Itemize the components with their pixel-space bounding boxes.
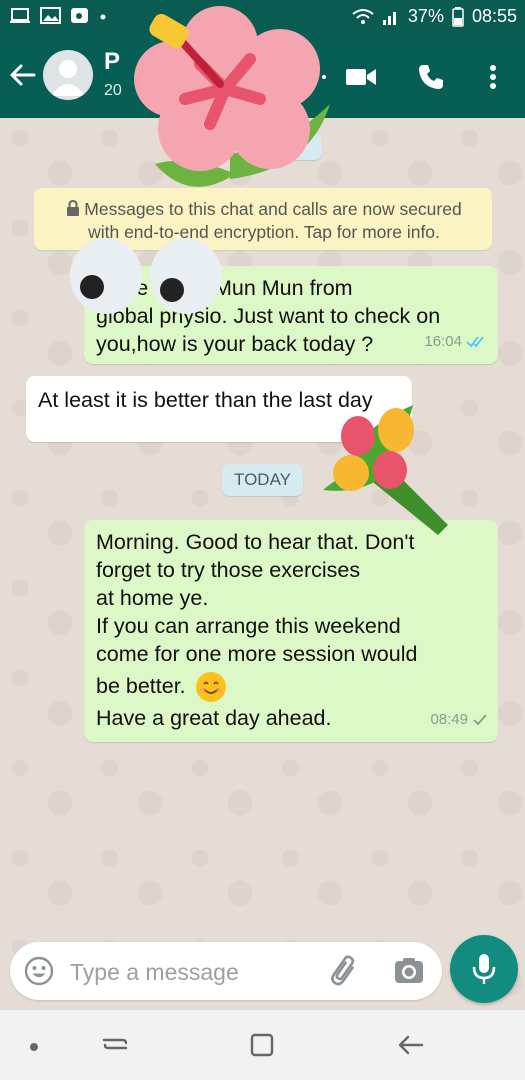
googly-eyes-sticker bbox=[70, 238, 222, 314]
dot-icon bbox=[98, 7, 108, 25]
message-meta: 08:49 bbox=[430, 706, 488, 734]
system-navigation-bar bbox=[0, 1010, 525, 1080]
battery-percentage: 37% bbox=[407, 6, 444, 26]
message-meta: 16:04 bbox=[424, 328, 488, 356]
more-vertical-icon bbox=[490, 65, 496, 89]
voice-message-button[interactable] bbox=[450, 935, 518, 1003]
screen-mirror-icon bbox=[10, 7, 32, 25]
video-call-button[interactable] bbox=[344, 60, 378, 94]
message-time: 08:49 bbox=[430, 711, 468, 728]
battery-icon bbox=[452, 6, 464, 27]
message-time: 16:04 bbox=[424, 333, 462, 350]
sent-tick-icon bbox=[473, 714, 487, 726]
attach-icon bbox=[331, 955, 355, 986]
message-line: forget to try those exercises bbox=[96, 558, 361, 582]
signal-icon bbox=[382, 8, 400, 26]
message-line: Have a great day ahead. bbox=[96, 706, 332, 731]
smile-emoji-icon bbox=[195, 672, 226, 703]
message-line: come for one more session would bbox=[96, 642, 418, 666]
emoji-button[interactable] bbox=[24, 956, 54, 986]
back-nav-icon[interactable] bbox=[394, 1030, 426, 1060]
emoji-icon bbox=[24, 956, 54, 986]
camera-button[interactable] bbox=[392, 954, 426, 988]
voice-call-button[interactable] bbox=[414, 60, 448, 94]
clock: 08:55 bbox=[471, 6, 517, 26]
nav-dot-icon[interactable] bbox=[26, 1030, 58, 1060]
camera-icon bbox=[395, 958, 423, 983]
contact-subtitle: 20 bbox=[104, 82, 122, 99]
attach-button[interactable] bbox=[328, 954, 362, 988]
mic-icon bbox=[472, 954, 496, 984]
message-line: at home ye. bbox=[96, 586, 209, 610]
recent-apps-icon[interactable] bbox=[100, 1030, 132, 1060]
read-ticks-icon bbox=[466, 336, 484, 348]
date-chip-today: TODAY bbox=[222, 464, 303, 496]
contact-name[interactable]: P bbox=[104, 48, 120, 76]
message-line: be better. bbox=[96, 674, 186, 698]
phone-icon bbox=[419, 65, 443, 89]
back-arrow-icon bbox=[10, 64, 36, 86]
back-button[interactable] bbox=[8, 60, 38, 90]
message-line-with-emoji: be better. bbox=[96, 672, 486, 703]
lock-icon bbox=[67, 199, 80, 216]
video-call-icon bbox=[346, 69, 376, 85]
wifi-icon bbox=[352, 8, 374, 26]
message-line: If you can arrange this weekend bbox=[96, 614, 401, 638]
home-icon[interactable] bbox=[246, 1030, 278, 1060]
tulip-bouquet-sticker bbox=[323, 405, 448, 535]
message-input[interactable] bbox=[68, 954, 322, 990]
photo-icon bbox=[70, 7, 90, 25]
gallery-icon bbox=[40, 7, 62, 25]
message-composer bbox=[10, 942, 442, 1000]
more-options-button[interactable] bbox=[476, 60, 510, 94]
avatar[interactable] bbox=[43, 50, 93, 100]
hibiscus-sticker bbox=[134, 6, 330, 187]
message-bubble-outgoing[interactable]: Morning. Good to hear that. Don't forget… bbox=[84, 520, 498, 742]
